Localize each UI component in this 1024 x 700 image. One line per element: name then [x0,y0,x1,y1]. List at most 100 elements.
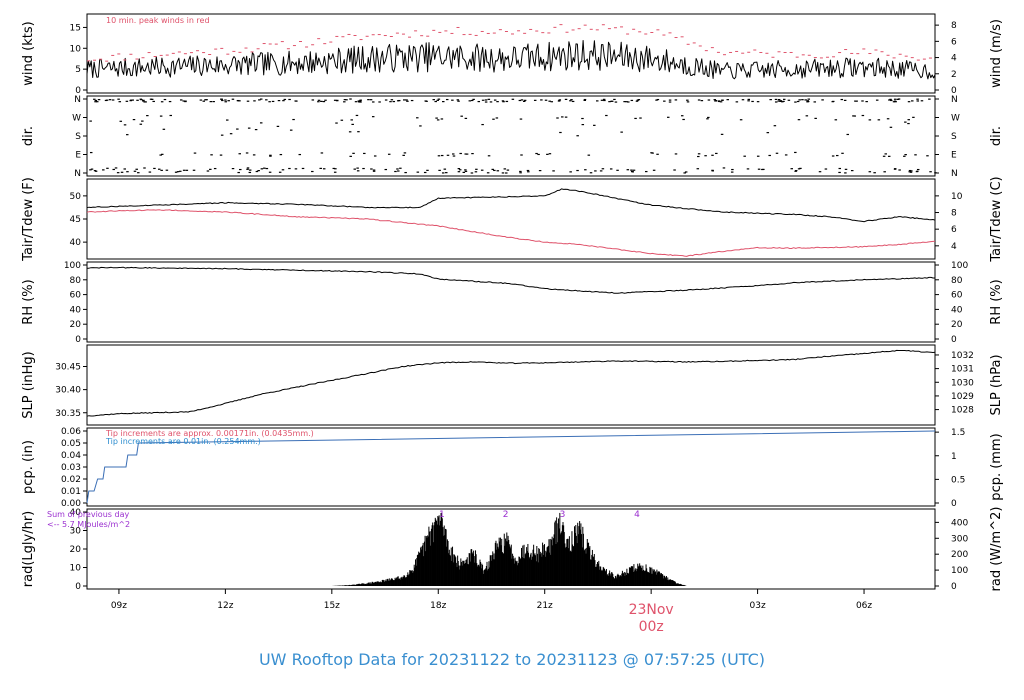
temp-ytick-label-left: 50 [70,192,82,202]
time-axis: 09z 12z 15z 18z 21z 03z 06z 23Nov00z [111,589,872,635]
dir-ytick-label-left: E [75,151,81,161]
dir-ytick-label-right: W [951,114,960,124]
rad-ytick-label-right: 300 [951,534,968,544]
rad-ytick-label-left: 20 [70,545,82,555]
rad-ytick-label-left: 0 [75,582,81,592]
pcp-ytick-label-right: 0 [951,499,957,509]
rh-ytick-label-left: 40 [70,305,82,315]
temp-frame [86,178,936,260]
x-date-sublabel: 00z [639,619,664,635]
pcp-ylabel-right: pcp. (mm) [989,433,1004,500]
rh-frame [86,261,936,343]
dir-frame [86,95,936,177]
x-tick-label: 06z [856,601,872,611]
x-tick-label: 21z [537,601,553,611]
slp-ytick-label-left: 30.35 [55,409,81,419]
temp-panel: 40 45 50 4 6 8 10 Tair/Tdew (F) Tair/Tdew (C) [21,176,1004,262]
slp-frame [86,344,936,426]
wind-series-line [86,40,936,80]
rh-ytick-label-right: 0 [951,335,957,345]
rad-marker-2: 2 [503,510,509,520]
wind-ytick-label-right: 8 [951,21,957,31]
rh-ytick-label-right: 40 [951,305,963,315]
slp-ytick-label-right: 1032 [951,351,974,361]
weather-chart: 05101502468wind (kts) wind (m/s)10 min. p… [21,13,1004,669]
x-tick-label: 09z [111,601,127,611]
rad-ytick-label-right: 200 [951,550,968,560]
wind-ytick-label-left: 15 [70,23,81,33]
rad-annotation-line1: Sum of previous day [47,510,129,519]
temp-ytick-label-right: 10 [951,192,963,202]
rh-ytick-label-left: 0 [75,335,81,345]
slp-ylabel-right: SLP (hPa) [989,354,1004,415]
dir-ylabel-left: dir. [21,126,36,146]
dir-ytick-label-right: N [951,169,958,179]
dir-ytick-label-right: N [951,95,958,105]
temp-ytick-label-left: 45 [70,215,81,225]
pcp-ytick-label-left: 0.05 [61,439,81,449]
rad-ytick-label-right: 100 [951,566,968,576]
wind-annotation: 10 min. peak winds in red [106,16,210,25]
rad-ytick-label-right: 0 [951,582,957,592]
rad-ylabel-right: rad (W/m^2) [989,507,1004,592]
rh-ylabel-right: RH (%) [989,279,1004,324]
pcp-annotation-blue: Tip increments are 0.01in. (0.254mm.) [105,437,261,446]
pcp-ytick-label-right: 0.5 [951,475,965,485]
rad-marker-1: 1 [439,510,445,520]
rh-ytick-label-left: 80 [70,276,82,286]
rad-marker-4: 4 [634,510,640,520]
slp-ytick-label-right: 1029 [951,392,974,402]
temp-ytick-label-right: 8 [951,209,957,219]
slp-ytick-label-left: 30.40 [55,386,81,396]
rh-panel: 0 20 40 60 80 100 0 20 40 60 80 100 RH (%) RH (%) [21,261,1004,345]
wind-frame [86,13,936,94]
rad-panel: 0102030400100200300400rad(Lgly/hr) rad (W… [21,507,1004,592]
pcp-ytick-label-left: 0.04 [61,451,81,461]
pcp-panel: 0.000.010.020.030.040.050.0600.511.5pcp.… [21,427,1004,509]
x-tick-label: 18z [430,601,446,611]
pcp-ytick-label-right: 1.5 [951,428,965,438]
rh-series-rh [87,266,935,294]
wind-ytick-label-left: 5 [75,65,81,75]
temp-ylabel-left: Tair/Tdew (F) [21,177,36,262]
x-tick-label: 03z [750,601,766,611]
dir-ytick-label-left: W [72,114,81,124]
temp-ytick-label-right: 4 [951,242,957,252]
chart-title: UW Rooftop Data for 20231122 to 20231123… [259,650,765,669]
slp-ylabel-left: SLP (inHg) [21,351,36,419]
temp-ylabel-right: Tair/Tdew (C) [989,176,1004,262]
rh-ylabel-left: RH (%) [21,279,36,324]
dir-ylabel-right: dir. [989,126,1004,146]
temp-series-tdew [86,209,936,257]
pcp-ylabel-left: pcp. (in) [21,440,36,494]
slp-ytick-label-right: 1030 [951,378,974,388]
rh-ytick-label-right: 100 [951,261,968,271]
dir-panel: NESWNNESWNdir. dir. [21,95,1004,179]
wind-panel: 05101502468wind (kts) wind (m/s)10 min. p… [21,13,1004,96]
temp-ytick-label-left: 40 [70,238,82,248]
rh-ytick-label-right: 60 [951,291,963,301]
rh-ytick-label-left: 60 [70,291,82,301]
rh-ytick-label-right: 80 [951,276,963,286]
pcp-ytick-label-left: 0.03 [61,463,81,473]
wind-ytick-label-right: 2 [951,70,957,80]
rad-ylabel-left: rad(Lgly/hr) [21,511,36,587]
wind-ytick-label-right: 4 [951,54,957,64]
pcp-ytick-label-left: 0.06 [61,427,81,437]
pcp-ytick-label-left: 0.01 [61,487,81,497]
rh-ytick-label-left: 100 [64,261,81,271]
x-tick-label: 15z [324,601,340,611]
dir-ytick-label-left: N [74,169,81,179]
dir-ytick-label-left: N [74,95,81,105]
x-date-label: 23Nov [629,602,674,618]
slp-series-slp [86,349,936,417]
slp-ytick-label-right: 1028 [951,406,974,416]
pcp-ytick-label-left: 0.02 [61,475,81,485]
rh-ytick-label-left: 20 [70,320,82,330]
dir-ytick-label-right: E [951,151,957,161]
dir-ytick-label-right: S [951,132,957,142]
rad-annotation-line2: <-- 5.7 MJoules/m^2 [47,520,130,529]
x-tick-label: 12z [217,601,233,611]
slp-ytick-label-left: 30.45 [55,363,81,373]
rad-ytick-label-left: 10 [70,564,82,574]
